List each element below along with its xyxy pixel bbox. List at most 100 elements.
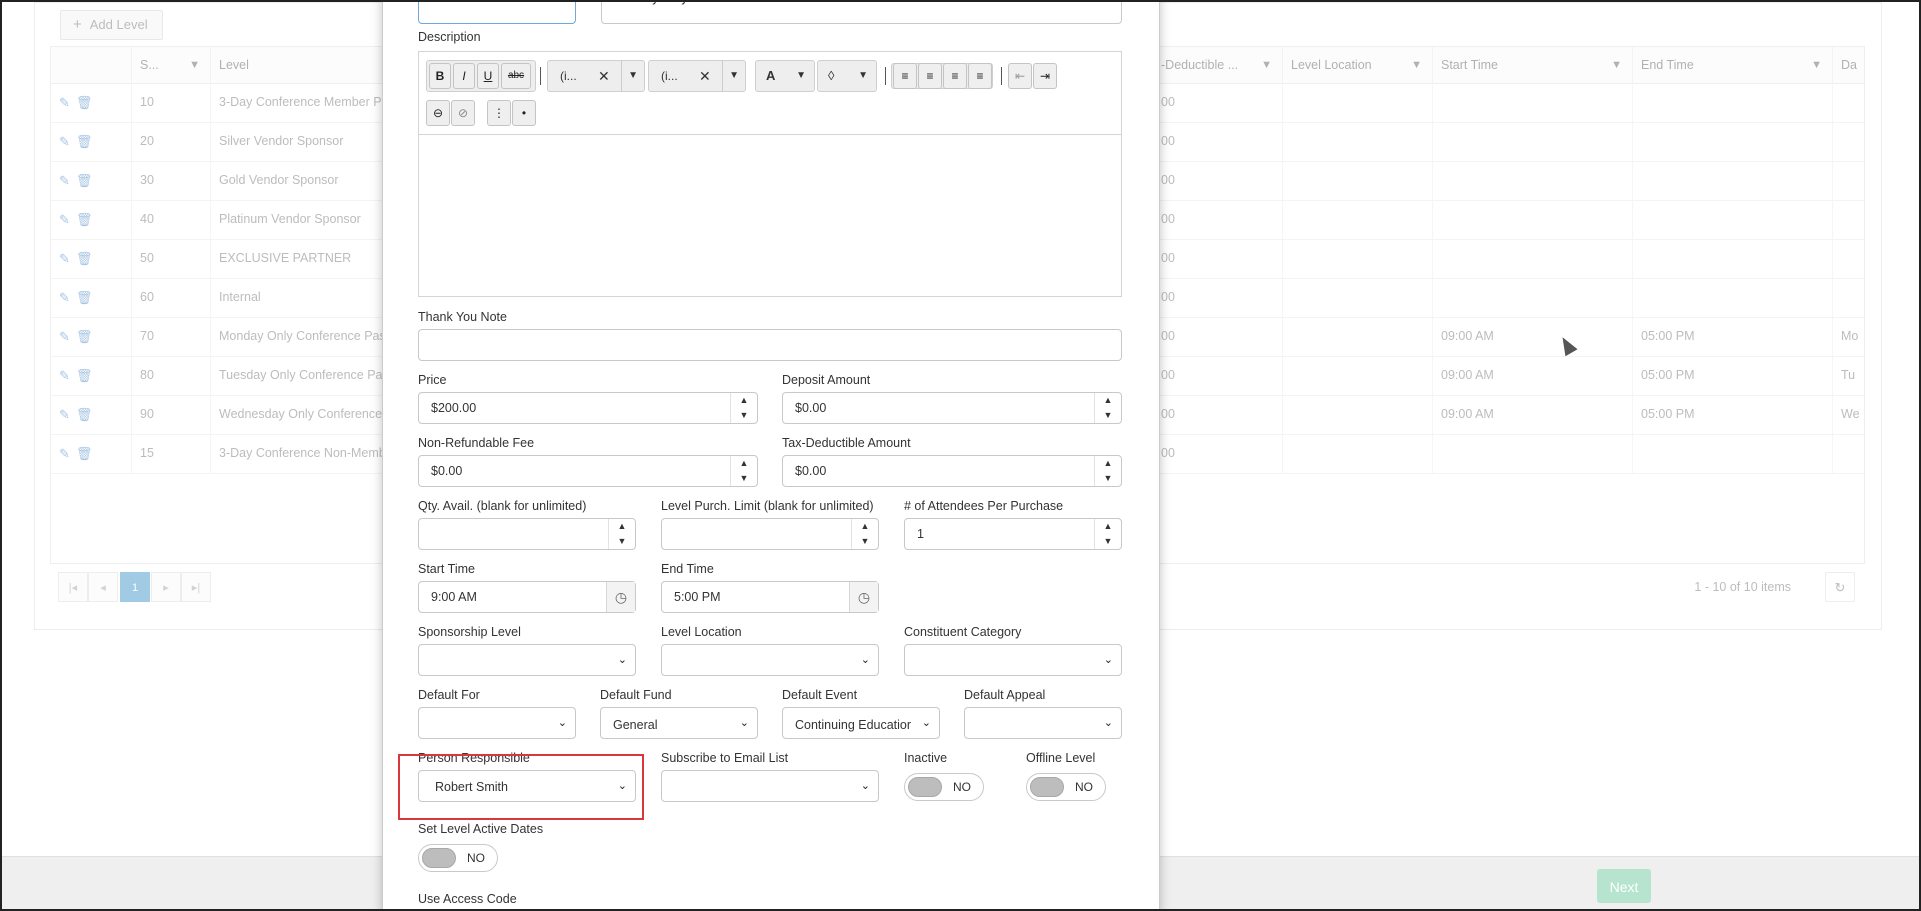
taxdeductible-spinner[interactable]: ▲ ▼ [1094,456,1121,486]
active-dates-label: Set Level Active Dates [418,822,544,836]
indent-icon[interactable]: ⇥ [1033,63,1057,89]
nonrefundable-spinner[interactable]: ▲ ▼ [730,456,757,486]
start-time-input[interactable]: 9:00 AM ◷ [418,581,636,613]
price-label: Price [418,373,447,387]
spin-up-icon[interactable]: ▲ [1095,519,1121,534]
clear-icon[interactable]: ✕ [699,61,711,91]
qty-input[interactable]: ▲ ▼ [418,518,636,550]
nonrefundable-input[interactable]: $0.00 ▲ ▼ [418,455,758,487]
italic-button[interactable]: I [453,63,475,89]
toggle-knob [908,777,942,797]
attendees-label: # of Attendees Per Purchase [904,499,1064,513]
ordered-list-icon[interactable]: ⋮ [487,100,511,126]
level-location-select[interactable]: ⌄ [661,644,879,676]
toggle-state: NO [953,780,971,794]
spin-down-icon[interactable]: ▼ [1095,471,1121,486]
inactive-label: Inactive [904,751,948,765]
chevron-down-icon[interactable]: ▼ [858,61,868,91]
taxdeductible-label: Tax-Deductible Amount [782,436,911,450]
spin-up-icon[interactable]: ▲ [731,393,757,408]
attendees-spinner[interactable]: ▲ ▼ [1094,519,1121,549]
default-event-select[interactable]: Continuing Educatior ⌄ [782,707,940,739]
toolbar-separator [1001,67,1002,85]
attendees-input[interactable]: 1 ▲ ▼ [904,518,1122,550]
align-right-icon[interactable]: ≡ [918,63,942,89]
spin-up-icon[interactable]: ▲ [852,519,878,534]
deposit-spinner[interactable]: ▲ ▼ [1094,393,1121,423]
font-size-dropdown[interactable]: (i... ✕ ▼ [648,60,746,92]
default-event-value: Continuing Educatior [795,718,912,732]
chevron-down-icon: ⌄ [860,780,870,792]
unlink-icon[interactable]: ⊘ [451,100,475,126]
level-name-field[interactable]: Monday Only Conference Pass [601,2,1122,24]
active-dates-toggle[interactable]: NO [418,844,498,872]
font-color-picker[interactable]: A ▼ [755,60,815,92]
inactive-toggle[interactable]: NO [904,773,984,801]
clear-icon[interactable]: ✕ [598,61,610,91]
spin-down-icon[interactable]: ▼ [1095,408,1121,423]
spin-up-icon[interactable]: ▲ [609,519,635,534]
spin-down-icon[interactable]: ▼ [1095,534,1121,549]
sequence-field[interactable]: 70 [418,2,576,24]
unordered-list-icon[interactable]: • [512,100,536,126]
subscribe-select[interactable]: ⌄ [661,770,879,802]
sponsorship-select[interactable]: ⌄ [418,644,636,676]
default-fund-select[interactable]: General ⌄ [600,707,758,739]
end-time-value: 5:00 PM [674,590,721,604]
clock-icon[interactable]: ◷ [606,582,635,612]
default-appeal-select[interactable]: ⌄ [964,707,1122,739]
strikethrough-button[interactable]: abc [501,63,531,89]
constituent-select[interactable]: ⌄ [904,644,1122,676]
background-color-picker[interactable]: ◊ ▼ [817,60,877,92]
default-for-label: Default For [418,688,480,702]
spin-up-icon[interactable]: ▲ [731,456,757,471]
description-editor[interactable]: B I U abc (i... ✕ ▼ (i... ✕ ▼ A ▼ ◊ ▼ ≡ … [418,51,1122,297]
constituent-label: Constituent Category [904,625,1022,639]
chevron-down-icon: ⌄ [617,654,627,666]
spin-up-icon[interactable]: ▲ [1095,456,1121,471]
deposit-label: Deposit Amount [782,373,871,387]
align-center-icon[interactable]: ≡ [943,63,967,89]
spin-down-icon[interactable]: ▼ [609,534,635,549]
spin-down-icon[interactable]: ▼ [852,534,878,549]
qty-label: Qty. Avail. (blank for unlimited) [418,499,587,513]
taxdeductible-input[interactable]: $0.00 ▲ ▼ [782,455,1122,487]
default-for-select[interactable]: ⌄ [418,707,576,739]
price-value: $200.00 [431,401,477,415]
price-spinner[interactable]: ▲ ▼ [730,393,757,423]
spin-down-icon[interactable]: ▼ [731,471,757,486]
default-event-label: Default Event [782,688,858,702]
toolbar-separator [885,67,886,85]
level-name-value: Monday Only Conference Pass [614,2,787,13]
thank-you-input[interactable] [418,329,1122,361]
insert-link-icon[interactable]: ⊖ [426,100,450,126]
align-left-icon[interactable]: ≡ [893,63,917,89]
end-time-input[interactable]: 5:00 PM ◷ [661,581,879,613]
price-input[interactable]: $200.00 ▲ ▼ [418,392,758,424]
chevron-down-icon[interactable]: ▼ [796,61,806,91]
chevron-down-icon[interactable]: ▼ [722,61,739,91]
description-label: Description [418,30,481,44]
font-family-dropdown[interactable]: (i... ✕ ▼ [547,60,645,92]
outdent-icon[interactable]: ⇤ [1008,63,1032,89]
deposit-value: $0.00 [795,401,827,415]
default-fund-label: Default Fund [600,688,672,702]
nonrefundable-value: $0.00 [431,464,463,478]
start-time-label: Start Time [418,562,475,576]
align-justify-icon[interactable]: ≡ [968,63,992,89]
underline-button[interactable]: U [477,63,499,89]
toggle-state: NO [467,851,485,865]
annotation-highlight-box [398,754,644,820]
purch-limit-input[interactable]: ▲ ▼ [661,518,879,550]
spin-up-icon[interactable]: ▲ [1095,393,1121,408]
chevron-down-icon[interactable]: ▼ [621,61,638,91]
purch-limit-spinner[interactable]: ▲ ▼ [851,519,878,549]
offline-level-toggle[interactable]: NO [1026,773,1106,801]
bold-button[interactable]: B [429,63,451,89]
spin-down-icon[interactable]: ▼ [731,408,757,423]
subscribe-label: Subscribe to Email List [661,751,789,765]
clock-icon[interactable]: ◷ [849,582,878,612]
deposit-input[interactable]: $0.00 ▲ ▼ [782,392,1122,424]
qty-spinner[interactable]: ▲ ▼ [608,519,635,549]
taxdeductible-value: $0.00 [795,464,827,478]
